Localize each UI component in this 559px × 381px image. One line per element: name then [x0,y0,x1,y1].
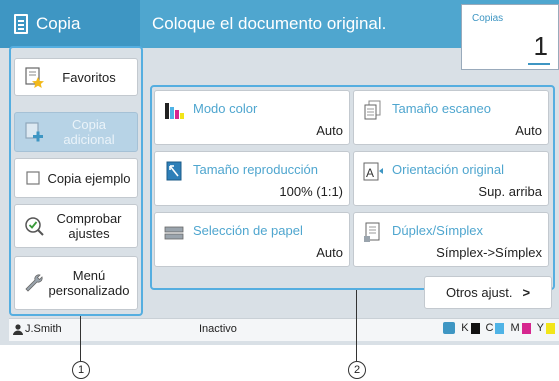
ink-c-bar [495,322,505,334]
color-mode-tile[interactable]: Modo color Auto [154,90,350,145]
sample-copy-label: Copia ejemplo [47,170,131,186]
user-icon [13,323,23,335]
copies-counter[interactable]: Copias 1 [461,4,559,70]
ink-k: K [461,322,480,334]
color-mode-value: Auto [316,123,343,138]
scan-size-icon [362,99,384,121]
ink-c: C [486,322,505,334]
copies-label: Copias [472,13,504,24]
callout-1-line [80,316,81,361]
duplex-icon [362,221,384,243]
ink-m-letter: M [510,322,520,334]
scan-size-name: Tamaño escaneo [392,101,492,116]
user-info[interactable]: J.Smith [13,323,62,335]
custom-menu-label: Menú personalizado [48,268,130,298]
ink-y-bar [546,322,555,334]
scan-size-tile[interactable]: Tamaño escaneo Auto [353,90,549,145]
instruction-message: Coloque el documento original. [152,14,387,33]
ink-y-letter: Y [536,322,544,334]
copy-screen: Copia Coloque el documento original. Cop… [0,0,559,345]
original-orientation-value: Sup. arriba [478,184,542,199]
paper-tray-icon [163,221,185,243]
ink-c-letter: C [485,322,494,334]
app-title-text: Copia [36,14,81,33]
reproduction-size-tile[interactable]: Tamaño reproducción 100% (1:1) [154,151,350,206]
ink-y: Y [537,322,555,334]
paper-selection-tile[interactable]: Selección de papel Auto [154,212,350,267]
scan-size-value: Auto [515,123,542,138]
add-copy-icon [23,121,45,143]
ink-levels: K C M Y [443,322,555,334]
check-magnifier-icon [23,215,45,237]
more-settings-button[interactable]: Otros ajust. > [424,276,552,309]
ink-k-letter: K [461,322,469,334]
checkbox-icon [23,167,45,189]
status-bar: J.Smith Inactivo K C M Y [9,318,559,341]
callout-2: 2 [348,361,366,379]
ink-k-bar [470,322,480,334]
machine-state: Inactivo [199,323,237,335]
copies-value: 1 [533,31,548,61]
paper-selection-name: Selección de papel [193,223,303,238]
copies-cursor [528,63,550,65]
original-orientation-name: Orientación original [392,162,505,177]
reproduction-size-name: Tamaño reproducción [193,162,319,177]
wrench-icon [23,272,45,294]
favorites-label: Favoritos [62,69,116,85]
duplex-simplex-name: Dúplex/Símplex [392,223,484,238]
additional-copy-button[interactable]: Copia adicional [14,112,138,152]
original-orientation-tile[interactable]: A Orientación original Sup. arriba [353,151,549,206]
callout-1: 1 [72,361,90,379]
star-document-icon [23,66,45,88]
svg-text:A: A [366,166,374,180]
more-settings-label: Otros ajust. [445,285,513,300]
chevron-right-icon: > [522,285,531,300]
reproduction-size-icon [163,160,185,182]
favorites-button[interactable]: Favoritos [14,58,138,96]
ink-m-bar [521,322,531,334]
callout-2-line [356,290,357,361]
color-mode-icon [163,99,185,121]
custom-menu-button[interactable]: Menú personalizado [14,256,138,310]
color-mode-name: Modo color [193,101,258,116]
app-title: Copia [0,0,140,48]
ink-m: M [510,322,531,334]
paper-selection-value: Auto [316,245,343,260]
ink-drop-icon [443,322,456,334]
user-name: J.Smith [25,323,62,335]
orientation-icon: A [362,160,384,182]
additional-copy-label: Copia adicional [63,117,115,147]
duplex-simplex-value: Símplex->Símplex [436,245,542,260]
check-settings-label: Comprobar ajustes [56,211,122,241]
duplex-simplex-tile[interactable]: Dúplex/Símplex Símplex->Símplex [353,212,549,267]
sample-copy-button[interactable]: Copia ejemplo [14,158,138,198]
reproduction-size-value: 100% (1:1) [279,184,343,199]
copy-document-icon [14,14,28,34]
check-settings-button[interactable]: Comprobar ajustes [14,204,138,248]
